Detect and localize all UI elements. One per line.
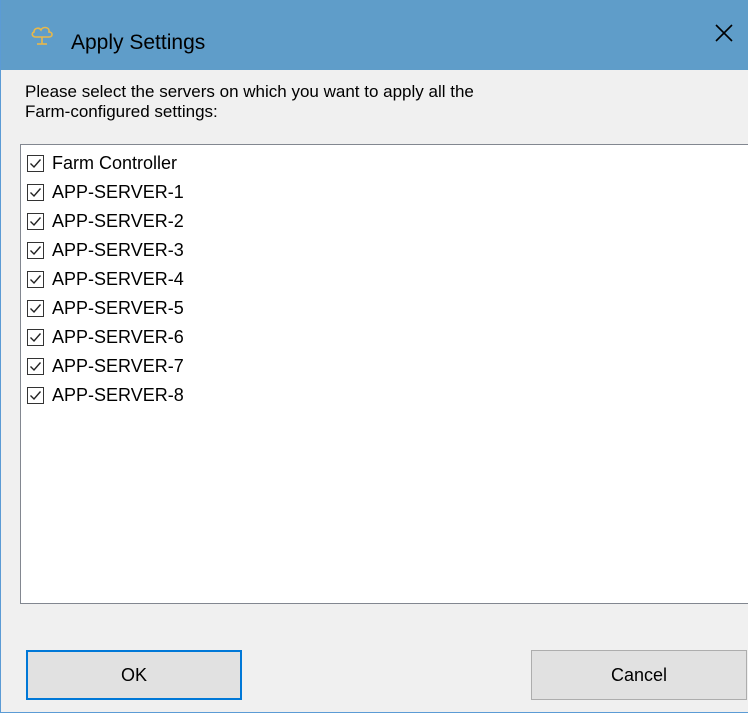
server-checkbox[interactable] [27,387,44,404]
server-item[interactable]: APP-SERVER-4 [21,265,748,294]
server-item[interactable]: APP-SERVER-5 [21,294,748,323]
dialog-title: Apply Settings [71,31,206,54]
server-label: APP-SERVER-5 [52,298,184,318]
instructions-text: Please select the servers on which you w… [25,82,725,122]
server-item[interactable]: APP-SERVER-8 [21,381,748,410]
ok-button[interactable]: OK [26,650,242,700]
server-checkbox[interactable] [27,242,44,259]
server-checkbox[interactable] [27,300,44,317]
instructions-line: Please select the servers on which you w… [25,82,474,101]
server-item[interactable]: APP-SERVER-6 [21,323,748,352]
cloud-server-icon [29,24,55,48]
cancel-button[interactable]: Cancel [531,650,747,700]
apply-settings-dialog: Apply Settings Please select the servers… [0,0,748,713]
server-label: APP-SERVER-3 [52,240,184,260]
server-label: APP-SERVER-4 [52,269,184,289]
server-checkbox[interactable] [27,271,44,288]
server-checklist[interactable]: Farm Controller APP-SERVER-1 APP-SERVER-2 A… [20,144,748,604]
server-checkbox[interactable] [27,155,44,172]
server-checkbox[interactable] [27,213,44,230]
close-icon [714,23,734,48]
close-button[interactable] [699,0,748,70]
server-label: APP-SERVER-8 [52,385,184,405]
server-label: Farm Controller [52,153,178,173]
instructions-line: Farm-configured settings: [25,102,218,121]
server-item[interactable]: APP-SERVER-2 [21,207,748,236]
server-label: APP-SERVER-2 [52,211,184,231]
server-checkbox[interactable] [27,329,44,346]
server-item[interactable]: Farm Controller [21,149,748,178]
server-label: APP-SERVER-1 [52,182,184,202]
server-checkbox[interactable] [27,184,44,201]
title-bar[interactable]: Apply Settings [1,0,748,70]
server-label: APP-SERVER-6 [52,327,184,347]
server-label: APP-SERVER-7 [52,356,184,376]
server-item[interactable]: APP-SERVER-1 [21,178,748,207]
server-checkbox[interactable] [27,358,44,375]
server-item[interactable]: APP-SERVER-7 [21,352,748,381]
server-item[interactable]: APP-SERVER-3 [21,236,748,265]
